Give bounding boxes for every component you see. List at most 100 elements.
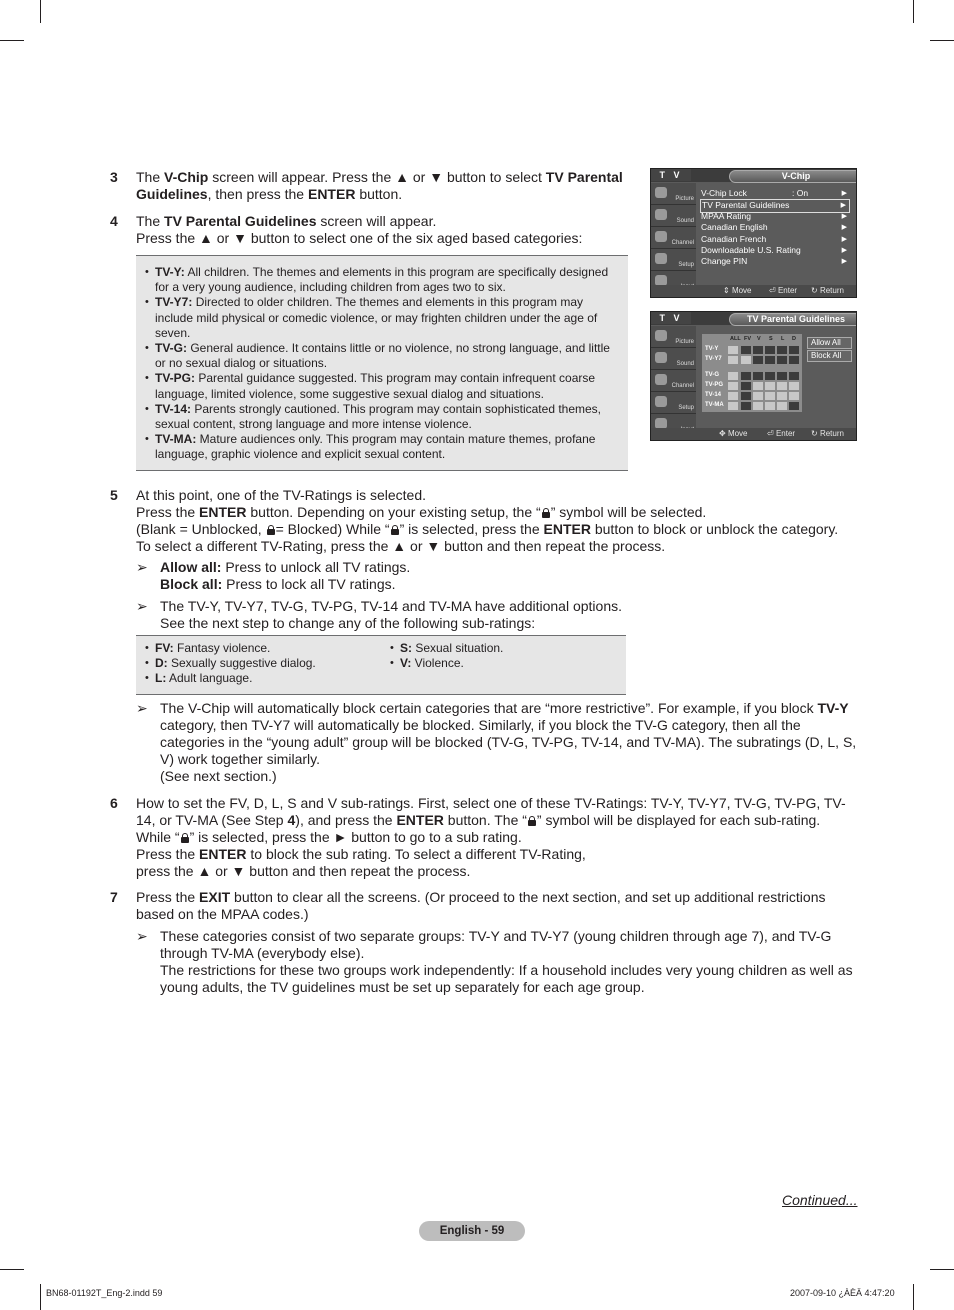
- text: press the ▲ or ▼ button and then repeat …: [136, 863, 471, 879]
- rating-cell[interactable]: [728, 372, 738, 380]
- rating-cell[interactable]: [777, 346, 787, 354]
- rating-item: TV-MA: Mature audiences only. This progr…: [145, 432, 620, 462]
- menu-item-downloadable-us-rating[interactable]: Downloadable U.S. Rating ▶: [700, 245, 850, 256]
- text: Parental guidance suggested. This progra…: [155, 371, 596, 401]
- text: Sexual situation.: [412, 641, 504, 655]
- block-all-button[interactable]: Block All: [807, 350, 852, 362]
- sidebar-item-sound[interactable]: Sound: [651, 348, 696, 370]
- rating-item: TV-G: General audience. It contains litt…: [145, 341, 620, 371]
- text: Setup: [678, 405, 694, 411]
- rating-cell[interactable]: [777, 402, 787, 410]
- rating-cell[interactable]: [753, 392, 763, 400]
- sidebar-item-setup[interactable]: Setup: [651, 249, 696, 271]
- setup-icon: [655, 396, 667, 407]
- allow-all-button[interactable]: Allow All: [807, 337, 852, 349]
- text: button to block or unblock the category.: [590, 521, 839, 537]
- rating-cell[interactable]: [789, 392, 799, 400]
- menu-item-vchip-lock[interactable]: V-Chip Lock: On ▶: [700, 188, 850, 199]
- step-text: Press the EXIT button to clear all the s…: [136, 889, 858, 923]
- rating-cell[interactable]: [741, 392, 751, 400]
- sidebar-item-picture[interactable]: Picture: [651, 326, 696, 348]
- text: Enter: [777, 286, 798, 295]
- picture-icon: [655, 330, 667, 341]
- menu-item-change-pin[interactable]: Change PIN ▶: [700, 256, 850, 267]
- arrow-right-icon: ▶: [841, 258, 847, 266]
- text: ” symbol will be selected.: [550, 504, 707, 520]
- rating-cell[interactable]: [741, 356, 751, 364]
- text: screen will appear.: [316, 213, 437, 229]
- rating-cell[interactable]: [741, 382, 751, 390]
- rating-cell[interactable]: [789, 346, 799, 354]
- rating-cell[interactable]: [728, 402, 738, 410]
- text: Picture: [675, 196, 694, 202]
- crop-mark: [40, 1284, 41, 1310]
- rating-cell[interactable]: [765, 356, 775, 364]
- rating-cell[interactable]: [753, 356, 763, 364]
- rating-cell[interactable]: [728, 346, 738, 354]
- text: Canadian French: [701, 233, 767, 244]
- column-header: S: [769, 336, 773, 342]
- step-5: 5 At this point, one of the TV-Ratings i…: [110, 487, 850, 557]
- step-text: The V-Chip screen will appear. Press the…: [136, 169, 636, 203]
- rating-cell[interactable]: [765, 372, 775, 380]
- rating-cell[interactable]: [777, 382, 787, 390]
- screen-footer: ⇕ Move ⏎ Enter ↻ Return: [651, 285, 856, 297]
- rating-cell[interactable]: [741, 372, 751, 380]
- text: TV Parental Guidelines: [702, 200, 790, 211]
- rating-grid: ALL FV V S L D TV-Y TV-Y7 TV-G TV-PG TV-…: [702, 334, 802, 412]
- sidebar-item-channel[interactable]: Channel: [651, 370, 696, 392]
- rating-cell[interactable]: [728, 392, 738, 400]
- rating-cell[interactable]: [789, 356, 799, 364]
- text: Picture: [675, 339, 694, 345]
- sidebar: Picture Sound Channel Setup Input: [651, 183, 696, 293]
- note-two-groups: ➢ These categories consist of two separa…: [136, 928, 858, 998]
- text: category, then TV-Y7 will automatically …: [160, 717, 857, 767]
- rating-cell[interactable]: [765, 392, 775, 400]
- rating-cell[interactable]: [753, 382, 763, 390]
- text-bold: V-Chip: [164, 169, 209, 185]
- rating-cell[interactable]: [789, 402, 799, 410]
- text: Violence.: [411, 656, 464, 671]
- text: ENTER: [543, 521, 591, 537]
- rating-cell[interactable]: [753, 346, 763, 354]
- menu-item-canadian-english[interactable]: Canadian English ▶: [700, 222, 850, 233]
- sidebar-item-setup[interactable]: Setup: [651, 392, 696, 414]
- rating-cell[interactable]: [753, 402, 763, 410]
- text: Setup: [678, 262, 694, 268]
- step-number: 7: [110, 889, 118, 905]
- lock-icon: [541, 508, 550, 518]
- rating-item: TV-14: Parents strongly cautioned. This …: [145, 402, 620, 432]
- text: The: [136, 213, 165, 229]
- text: See the next step to change any of the f…: [160, 615, 536, 631]
- rating-cell[interactable]: [777, 392, 787, 400]
- rating-cell[interactable]: [741, 402, 751, 410]
- menu-item-canadian-french[interactable]: Canadian French ▶: [700, 234, 850, 245]
- rating-cell[interactable]: [728, 356, 738, 364]
- text: V:: [400, 656, 412, 671]
- rating-cell[interactable]: [765, 402, 775, 410]
- text: button. The “: [443, 812, 527, 828]
- rating-cell[interactable]: [777, 372, 787, 380]
- parental-guidelines-screen: T V TV Parental Guidelines Picture Sound…: [650, 311, 857, 441]
- return-icon: ↻: [811, 286, 818, 295]
- rating-cell[interactable]: [753, 372, 763, 380]
- step-number: 3: [110, 169, 118, 185]
- rating-cell[interactable]: [789, 382, 799, 390]
- step-7: 7 Press the EXIT button to clear all the…: [110, 889, 858, 925]
- subratings-box: FV: Fantasy violence. D: Sexually sugges…: [136, 635, 626, 695]
- rating-cell[interactable]: [789, 372, 799, 380]
- text-bold: TV Parental Guidelines: [164, 213, 317, 229]
- rating-cell[interactable]: [765, 382, 775, 390]
- rating-cell[interactable]: [741, 346, 751, 354]
- menu-item-mpaa-rating[interactable]: MPAA Rating ▶: [700, 211, 850, 222]
- rating-cell[interactable]: [728, 382, 738, 390]
- rating-cell[interactable]: [765, 346, 775, 354]
- sidebar-item-sound[interactable]: Sound: [651, 205, 696, 227]
- text: button.: [355, 186, 403, 202]
- rating-cell[interactable]: [777, 356, 787, 364]
- step-text: The TV Parental Guidelines screen will a…: [136, 213, 636, 247]
- sidebar-item-channel[interactable]: Channel: [651, 227, 696, 249]
- sidebar-item-picture[interactable]: Picture: [651, 183, 696, 205]
- text: Press to lock all TV ratings.: [222, 576, 396, 592]
- text: MPAA Rating: [701, 210, 751, 221]
